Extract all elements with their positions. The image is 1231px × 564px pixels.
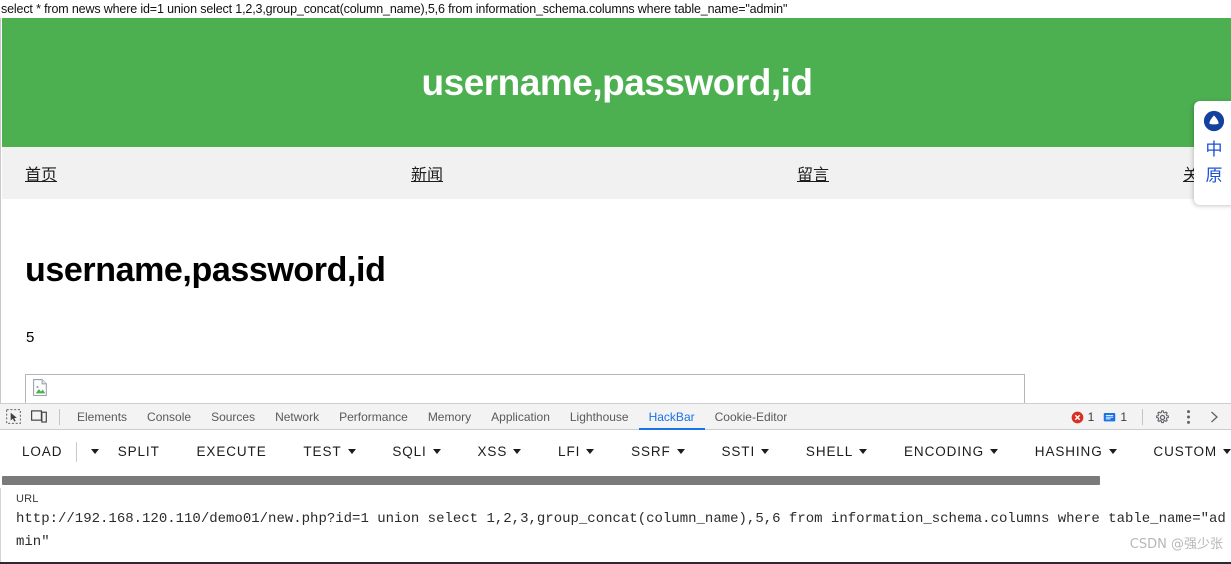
content-value: 5: [26, 329, 35, 346]
hackbar-lfi-label: LFI: [558, 444, 581, 459]
hackbar-scrollbar-track[interactable]: [0, 474, 1231, 488]
hackbar-ssrf-label: SSRF: [631, 444, 671, 459]
tab-cookie-editor[interactable]: Cookie-Editor: [705, 404, 798, 430]
tab-lighthouse[interactable]: Lighthouse: [560, 404, 639, 430]
chevron-down-icon: [91, 449, 100, 454]
site-banner-title: username,password,id: [421, 61, 813, 103]
hackbar-sqli-menu[interactable]: SQLI: [392, 444, 441, 459]
hackbar-ssti-menu[interactable]: SSTI: [722, 444, 770, 459]
hackbar-load-button[interactable]: LOAD: [22, 444, 62, 459]
tab-console[interactable]: Console: [137, 404, 201, 430]
nav-item-home[interactable]: 首页: [25, 161, 57, 185]
url-input[interactable]: http://192.168.120.110/demo01/new.php?id…: [16, 508, 1226, 554]
settings-gear-icon[interactable]: [1149, 405, 1175, 429]
hackbar-test-label: TEST: [303, 444, 342, 459]
side-widget-char-2: 原: [1205, 166, 1223, 186]
tab-hackbar[interactable]: HackBar: [639, 404, 705, 430]
floating-side-widget[interactable]: 中 原: [1194, 101, 1231, 205]
chevron-down-icon: [989, 449, 998, 454]
hackbar-scrollbar-thumb[interactable]: [2, 476, 1100, 485]
site-nav: 首页 新闻 留言 关: [2, 147, 1231, 199]
hackbar-ssti-label: SSTI: [721, 444, 756, 459]
page-title-bar: select * from news where id=1 union sele…: [0, 0, 1231, 18]
chevron-down-icon: [859, 449, 868, 454]
chevron-down-icon: [1108, 449, 1117, 454]
side-widget-char-1: 中: [1205, 140, 1223, 160]
hackbar-encoding-menu[interactable]: ENCODING: [904, 444, 998, 459]
nav-item-news[interactable]: 新闻: [411, 161, 443, 185]
content-image-box: [25, 374, 1025, 403]
error-icon: [1071, 411, 1084, 424]
hackbar-load-dropdown[interactable]: [91, 449, 100, 454]
tab-network[interactable]: Network: [265, 404, 329, 430]
error-count-badge[interactable]: 1: [1071, 410, 1095, 424]
hackbar-xss-label: XSS: [477, 444, 508, 459]
message-count-text: 1: [1120, 410, 1127, 424]
tab-application[interactable]: Application: [481, 404, 560, 430]
hackbar-execute-button[interactable]: EXECUTE: [197, 444, 267, 459]
more-options-kebab-icon[interactable]: [1175, 405, 1201, 429]
devtools-tabbar: Elements Console Sources Network Perform…: [0, 404, 1231, 430]
triangle-circle-logo-icon: [1203, 110, 1225, 132]
hackbar-lfi-menu[interactable]: LFI: [558, 444, 595, 459]
hackbar-toolbar: LOAD SPLIT EXECUTE TEST SQLI XSS LFI SSR…: [0, 430, 1231, 474]
chevron-down-icon: [513, 449, 522, 454]
page-title-text: select * from news where id=1 union sele…: [1, 1, 788, 16]
hackbar-shell-menu[interactable]: SHELL: [805, 444, 868, 459]
nav-item-message[interactable]: 留言: [797, 161, 829, 185]
tab-elements[interactable]: Elements: [67, 404, 137, 430]
hackbar-shell-label: SHELL: [805, 444, 854, 459]
hackbar-divider: [76, 441, 78, 462]
chevron-down-icon: [676, 449, 685, 454]
hackbar-test-menu[interactable]: TEST: [303, 444, 356, 459]
page-viewport: username,password,id 首页 新闻 留言 关 username…: [0, 18, 1231, 403]
chevron-down-icon: [1223, 449, 1231, 454]
toolbar-divider: [59, 408, 60, 425]
devtools-status-group: 1 1: [1071, 404, 1227, 430]
hackbar-split-button[interactable]: SPLIT: [118, 444, 160, 459]
message-icon: [1103, 411, 1116, 424]
device-toolbar-icon[interactable]: [26, 405, 52, 429]
hackbar-ssrf-menu[interactable]: SSRF: [631, 444, 685, 459]
chevron-down-icon: [586, 449, 595, 454]
tab-performance[interactable]: Performance: [329, 404, 418, 430]
content-heading: username,password,id: [25, 251, 386, 289]
chevron-down-icon: [761, 449, 770, 454]
hackbar-hashing-label: HASHING: [1034, 444, 1103, 459]
site-content: username,password,id 5: [2, 199, 1231, 403]
url-field-label: URL: [16, 493, 39, 505]
hackbar-xss-menu[interactable]: XSS: [478, 444, 522, 459]
close-devtools-icon[interactable]: [1201, 405, 1227, 429]
hackbar-encoding-label: ENCODING: [904, 444, 984, 459]
hackbar-sqli-label: SQLI: [392, 444, 427, 459]
status-divider: [1142, 409, 1143, 425]
error-count-text: 1: [1087, 410, 1095, 424]
inspect-element-icon[interactable]: [0, 405, 26, 429]
tab-sources[interactable]: Sources: [201, 404, 265, 430]
watermark-text: CSDN @强少张: [1129, 537, 1223, 552]
hackbar-custom-menu[interactable]: CUSTOM: [1153, 444, 1231, 459]
hackbar-url-panel: URL http://192.168.120.110/demo01/new.ph…: [0, 488, 1231, 564]
site-banner: username,password,id: [2, 18, 1231, 147]
message-count-badge[interactable]: 1: [1103, 410, 1127, 424]
tab-memory[interactable]: Memory: [418, 404, 481, 430]
hackbar-custom-label: CUSTOM: [1153, 444, 1218, 459]
chevron-down-icon: [347, 449, 356, 454]
chevron-down-icon: [432, 449, 441, 454]
devtools-panel: Elements Console Sources Network Perform…: [0, 403, 1231, 564]
broken-image-icon: [33, 379, 47, 396]
hackbar-hashing-menu[interactable]: HASHING: [1035, 444, 1117, 459]
screenshot-root: select * from news where id=1 union sele…: [0, 0, 1231, 564]
